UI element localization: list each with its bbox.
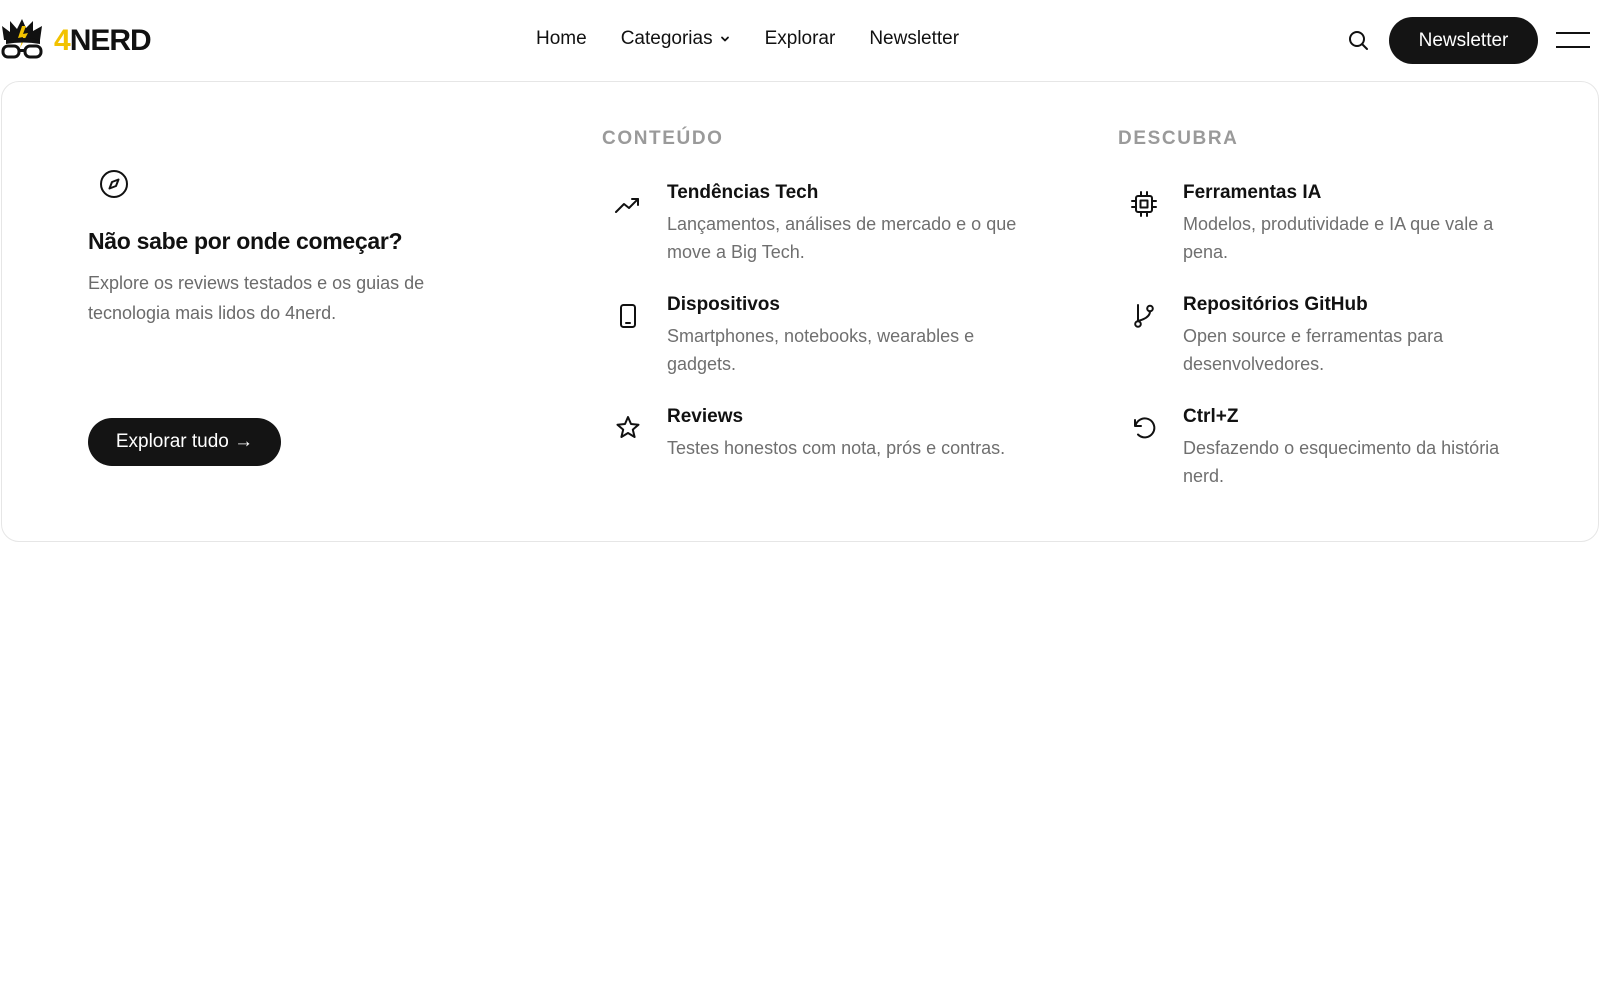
explore-all-button[interactable]: Explorar tudo → <box>88 418 281 466</box>
compass-icon <box>100 170 128 198</box>
cpu-icon <box>1131 191 1157 217</box>
nav-item-explorar[interactable]: Explorar <box>765 26 836 52</box>
menu-item-title: Ctrl+Z <box>1183 406 1239 427</box>
menu-item-desc: Modelos, produtividade e IA que vale a p… <box>1183 214 1494 262</box>
nav-label: Categorias <box>620 28 713 49</box>
search-icon[interactable] <box>1346 28 1370 52</box>
logo-accent-text: 4 <box>54 24 71 57</box>
menu-item-desc: Smartphones, notebooks, wearables e gadg… <box>667 326 975 374</box>
hamburger-menu-icon[interactable] <box>1556 30 1592 50</box>
column-title-conteudo: CONTEÚDO <box>602 128 724 149</box>
menu-line <box>1556 32 1590 34</box>
nav-label: Newsletter <box>869 28 960 49</box>
menu-item-desc: Testes honestos com nota, prós e contras… <box>667 438 1006 458</box>
menu-item-title: Ferramentas IA <box>1183 182 1322 203</box>
intro-title: Não sabe por onde começar? <box>88 228 403 254</box>
menu-item-title: Repositórios GitHub <box>1183 294 1368 315</box>
trending-up-icon <box>615 198 639 213</box>
nerd-mascot-icon <box>1 19 43 59</box>
site-header: 4NERD Home Categorias Explorar Newslette… <box>0 0 1600 80</box>
menu-item-title: Tendências Tech <box>667 182 819 203</box>
nav-label: Explorar <box>764 28 836 49</box>
undo-icon <box>1134 417 1156 439</box>
newsletter-button[interactable]: Newsletter <box>1389 17 1538 64</box>
nav-label: Home <box>536 28 587 49</box>
nav-item-categorias[interactable]: Categorias <box>621 26 731 52</box>
nav-item-newsletter[interactable]: Newsletter <box>869 26 959 52</box>
logo-text: NERD <box>69 24 152 57</box>
menu-item-desc: Lançamentos, análises de mercado e o que… <box>667 214 1017 262</box>
categories-mega-menu: Não sabe por onde começar? Explore os re… <box>1 81 1599 542</box>
menu-item-title: Reviews <box>667 406 744 427</box>
logo-wordmark: 4NERD <box>54 24 152 58</box>
nav-item-home[interactable]: Home <box>536 26 587 52</box>
intro-text: Explore os reviews testados e os guias d… <box>88 273 425 323</box>
menu-item-title: Dispositivos <box>667 294 780 315</box>
git-branch-icon <box>1134 304 1154 328</box>
menu-item-desc: Open source e ferramentas para desenvolv… <box>1183 326 1444 374</box>
smartphone-icon <box>620 304 636 328</box>
chevron-down-icon <box>720 36 729 42</box>
main-nav: Home Categorias Explorar Newsletter <box>536 26 993 52</box>
menu-item-desc: Desfazendo o esquecimento da história ne… <box>1183 438 1500 486</box>
star-icon <box>616 416 640 438</box>
column-title-descubra: DESCUBRA <box>1118 128 1239 149</box>
menu-line <box>1556 46 1590 48</box>
site-logo[interactable]: 4NERD <box>0 18 152 64</box>
